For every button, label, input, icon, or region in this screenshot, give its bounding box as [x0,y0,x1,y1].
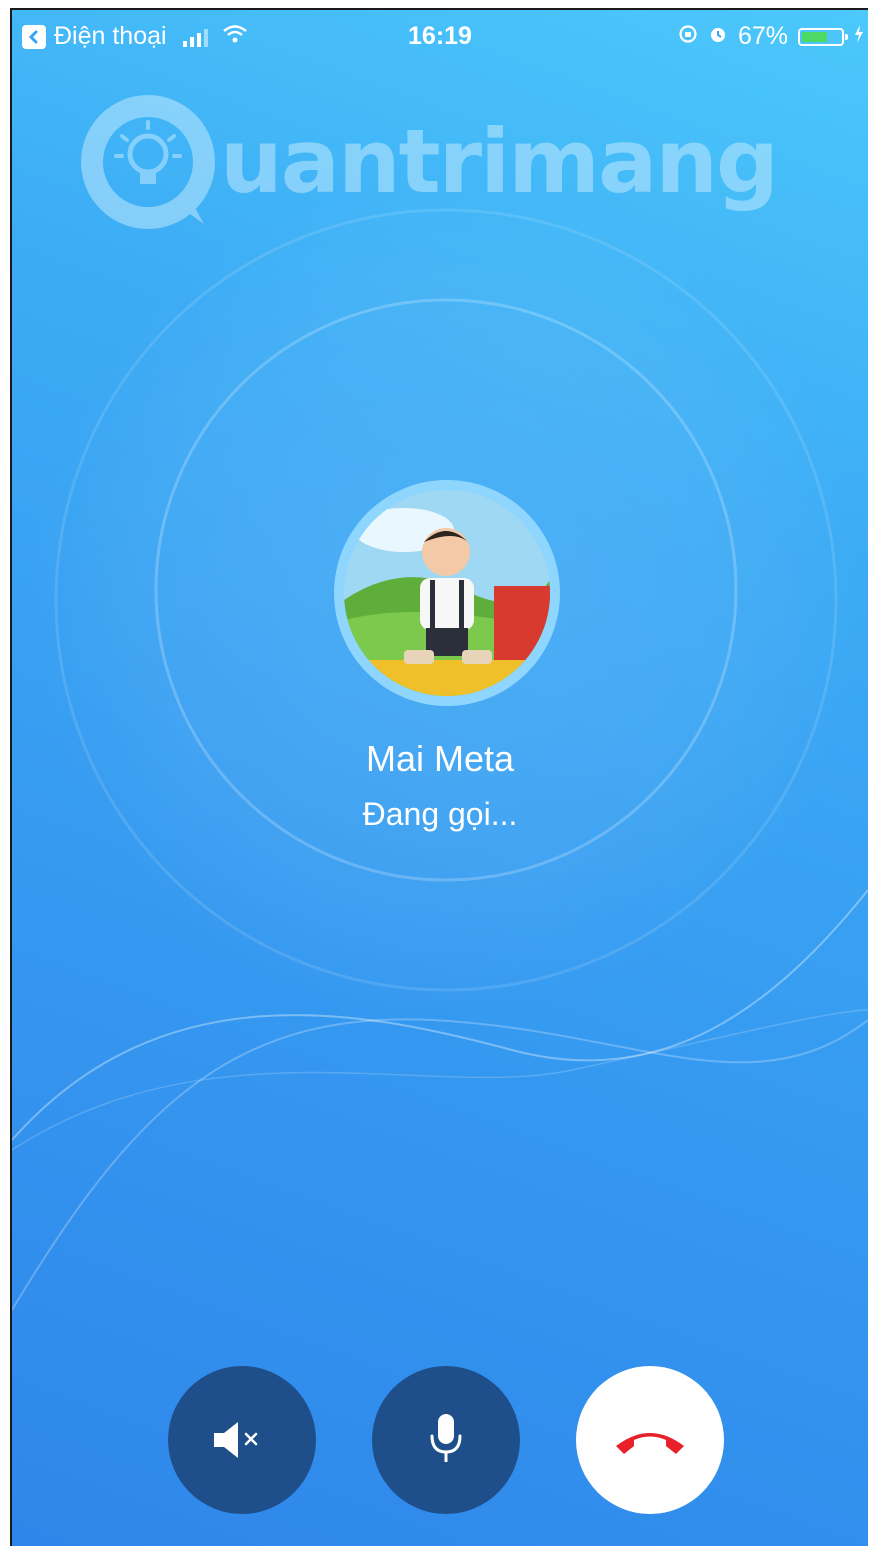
caller-avatar [334,480,560,706]
microphone-icon [430,1414,462,1462]
watermark-logo: uantrimang [76,92,779,232]
alarm-icon [708,22,728,51]
orientation-lock-icon [678,22,698,51]
caller-photo [344,490,550,696]
watermark-text: uantrimang [220,110,779,213]
end-call-button[interactable] [576,1366,724,1514]
status-bar: Điện thoại 16:19 67% [12,10,868,62]
call-status: Đang gọi... [362,796,518,832]
battery-percent: 67% [737,22,788,50]
call-screen: Điện thoại 16:19 67% uantrimang Mai Meta… [10,8,868,1546]
status-right: 67% [678,22,864,51]
caller-name: Mai Meta [365,738,515,779]
phone-hangup-icon [616,1433,684,1454]
charging-icon [854,22,864,51]
speaker-mute-icon [214,1422,258,1458]
lightbulb-logo-icon [81,95,215,229]
microphone-button[interactable] [372,1366,520,1514]
battery-icon [798,27,848,46]
speaker-mute-button[interactable] [168,1366,316,1514]
